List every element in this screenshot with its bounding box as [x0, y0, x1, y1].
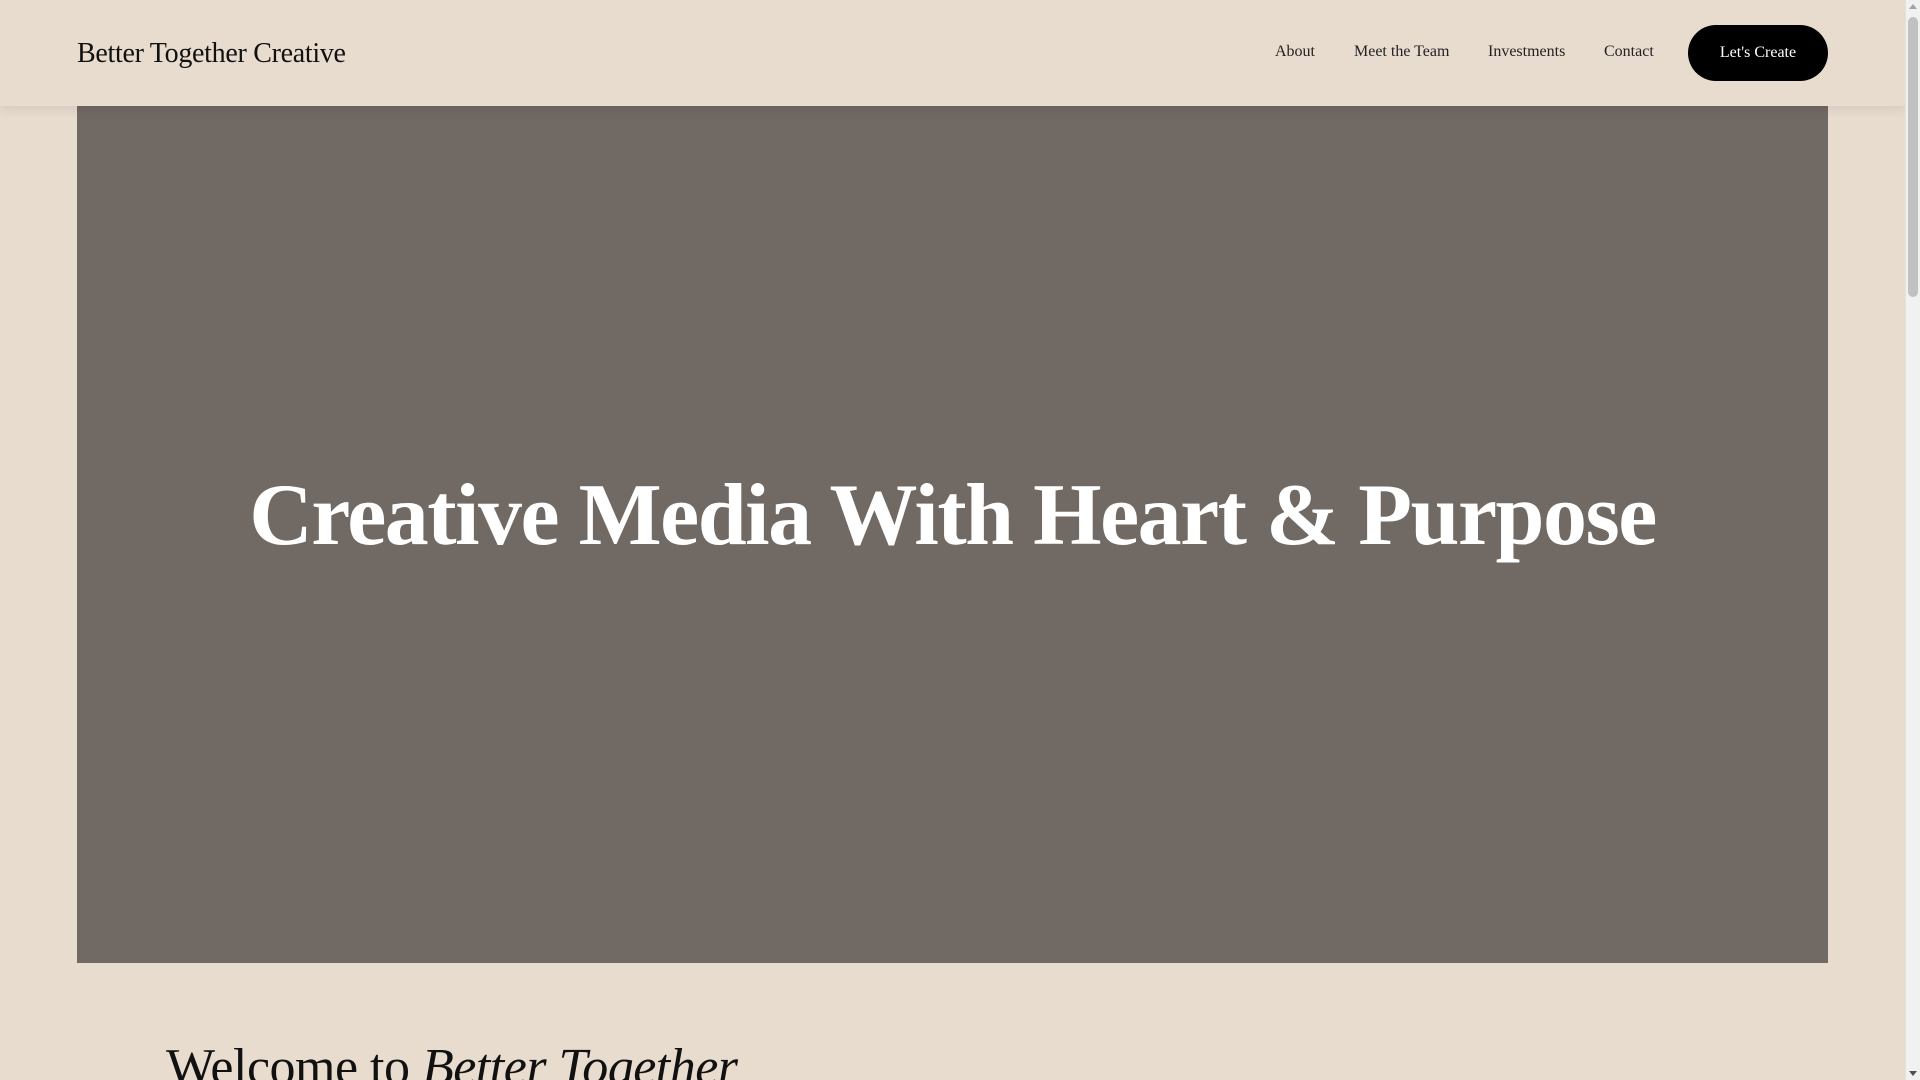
site-logo[interactable]: Better Together Creative [77, 36, 346, 72]
welcome-heading-emphasis: Better Together [422, 1039, 738, 1080]
nav-link-investments[interactable]: Investments [1488, 40, 1565, 64]
nav-link-meet-the-team[interactable]: Meet the Team [1354, 40, 1449, 64]
site-header: Better Together Creative About Meet the … [0, 0, 1905, 106]
scrollbar-thumb[interactable] [1908, 17, 1918, 297]
page: Better Together Creative About Meet the … [0, 0, 1905, 1080]
welcome-heading-prefix: Welcome to [166, 1039, 422, 1080]
nav-link-contact[interactable]: Contact [1604, 40, 1654, 64]
chevron-down-icon[interactable] [1909, 1071, 1917, 1076]
hero-banner: Creative Media With Heart & Purpose [77, 106, 1828, 963]
vertical-scrollbar[interactable] [1905, 0, 1920, 1080]
welcome-heading: Welcome to Better Together [166, 1036, 738, 1080]
nav-link-about[interactable]: About [1275, 40, 1315, 64]
chevron-up-icon[interactable] [1909, 4, 1917, 9]
hero-title: Creative Media With Heart & Purpose [249, 467, 1657, 564]
lets-create-button[interactable]: Let's Create [1688, 25, 1828, 81]
